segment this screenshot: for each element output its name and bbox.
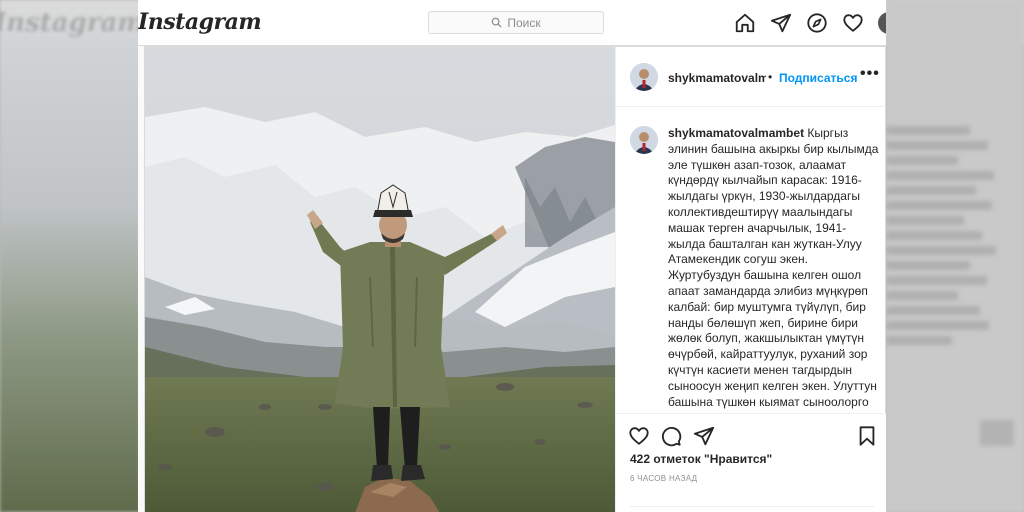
post-sidebar: shykmamatovalmaı • Подписаться ••• shykm…: [615, 47, 886, 512]
more-options-icon[interactable]: •••: [860, 65, 880, 83]
caption-author-avatar[interactable]: [630, 126, 658, 154]
follow-button[interactable]: Подписаться: [779, 71, 857, 85]
caption-username[interactable]: shykmamatovalmambet: [668, 126, 804, 140]
search-placeholder: Поиск: [507, 15, 541, 30]
top-navigation-bar: Instagram Поиск: [138, 0, 886, 46]
post-header: shykmamatovalmaı • Подписаться •••: [616, 47, 886, 107]
backdrop-logo: Instagram: [0, 8, 145, 38]
nav-icons: [734, 12, 886, 34]
profile-avatar[interactable]: [878, 12, 886, 34]
caption-text: Кыргыз элинин башына акыркы бир кылымда …: [668, 126, 879, 409]
post-actions: 422 отметок "Нравится" 6 ЧАСОВ НАЗАД: [616, 413, 886, 512]
post-photo-image: [145, 47, 615, 512]
post-caption: shykmamatovalmambet Кыргыз элинин башына…: [668, 126, 880, 410]
post-timestamp[interactable]: 6 ЧАСОВ НАЗАД: [630, 474, 697, 483]
post-photo[interactable]: [145, 47, 615, 512]
comment-icon[interactable]: [660, 425, 682, 447]
backdrop-right-text: [886, 120, 1006, 351]
instagram-logo[interactable]: Instagram: [138, 9, 262, 35]
search-input[interactable]: Поиск: [428, 11, 604, 34]
caption-area: shykmamatovalmambet Кыргыз элинин башына…: [616, 108, 886, 414]
like-heart-icon[interactable]: [628, 425, 650, 447]
activity-heart-icon[interactable]: [842, 12, 864, 34]
separator-dot: •: [768, 70, 773, 84]
author-username[interactable]: shykmamatovalmaı: [668, 71, 766, 85]
direct-icon[interactable]: [770, 12, 792, 34]
likes-count[interactable]: 422 отметок "Нравится": [630, 452, 772, 466]
post-dialog: shykmamatovalmaı • Подписаться ••• shykm…: [144, 46, 886, 512]
share-icon[interactable]: [693, 425, 715, 447]
home-icon[interactable]: [734, 12, 756, 34]
instagram-window: Instagram Поиск shykmamatovalm • Подписа…: [138, 0, 886, 512]
backdrop-button: [980, 420, 1014, 446]
search-icon: [492, 17, 502, 28]
comment-divider: [630, 506, 874, 507]
author-avatar[interactable]: [630, 63, 658, 91]
backdrop-left: [0, 0, 140, 512]
save-bookmark-icon[interactable]: [856, 425, 878, 447]
explore-icon[interactable]: [806, 12, 828, 34]
